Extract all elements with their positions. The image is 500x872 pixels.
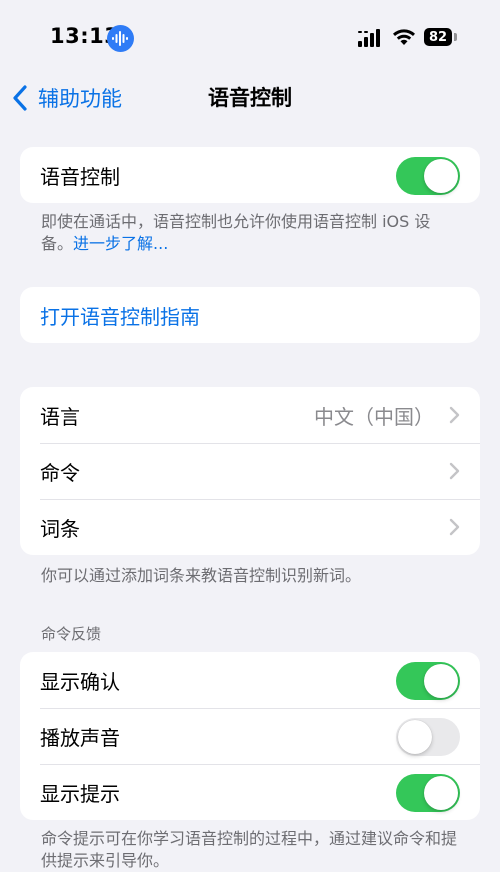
- battery-tip: [454, 33, 457, 41]
- open-guide-link[interactable]: 打开语音控制指南: [40, 301, 200, 330]
- status-bar: 13:13 82: [0, 0, 500, 76]
- commands-row[interactable]: 命令: [20, 443, 480, 499]
- vocabulary-row[interactable]: 词条: [20, 499, 480, 555]
- nav-bar: 语音控制 辅助功能: [0, 76, 500, 120]
- show-hints-row: 显示提示: [20, 764, 480, 820]
- wifi-icon: [393, 29, 415, 45]
- guide-group: 打开语音控制指南: [20, 287, 480, 343]
- open-guide-row[interactable]: 打开语音控制指南: [20, 287, 480, 343]
- voice-control-footnote: 即使在通话中，语音控制也允许你使用语音控制 iOS 设备。进一步了解...: [41, 211, 461, 255]
- settings-group: 语言 中文（中国） 命令 词条: [20, 387, 480, 555]
- back-button[interactable]: 辅助功能: [12, 76, 122, 120]
- command-feedback-group: 显示确认 播放声音 显示提示: [20, 652, 480, 820]
- show-confirmation-row: 显示确认: [20, 652, 480, 708]
- toggle-knob: [424, 776, 458, 810]
- voice-control-toggle[interactable]: [396, 157, 460, 195]
- voice-control-group: 语音控制: [20, 147, 480, 203]
- command-hints-footnote: 命令提示可在你学习语音控制的过程中，通过建议命令和提供提示来引导你。: [41, 829, 458, 870]
- language-row[interactable]: 语言 中文（中国）: [20, 387, 480, 443]
- language-label: 语言: [40, 404, 80, 429]
- show-confirmation-label: 显示确认: [40, 669, 120, 694]
- vocabulary-label: 词条: [40, 516, 80, 541]
- play-sound-label: 播放声音: [40, 725, 120, 750]
- voice-control-row: 语音控制: [20, 147, 480, 203]
- chevron-right-icon: [449, 462, 460, 480]
- cellular-signal-icon: [358, 29, 380, 47]
- voice-control-active-icon[interactable]: [107, 25, 134, 52]
- voice-control-label: 语音控制: [40, 164, 120, 189]
- vocabulary-footnote: 你可以通过添加词条来教语音控制识别新词。: [41, 566, 362, 585]
- command-feedback-header: 命令反馈: [41, 625, 102, 643]
- battery-icon: 82: [424, 28, 452, 46]
- show-hints-label: 显示提示: [40, 781, 120, 806]
- learn-more-link[interactable]: 进一步了解...: [73, 234, 168, 253]
- chevron-right-icon: [449, 406, 460, 424]
- back-label: 辅助功能: [38, 87, 122, 111]
- chevron-right-icon: [449, 518, 460, 536]
- show-confirmation-toggle[interactable]: [396, 662, 460, 700]
- chevron-left-icon: [13, 85, 27, 111]
- toggle-knob: [424, 664, 458, 698]
- toggle-knob: [398, 720, 432, 754]
- language-value: 中文（中国）: [314, 404, 434, 429]
- play-sound-toggle[interactable]: [396, 718, 460, 756]
- play-sound-row: 播放声音: [20, 708, 480, 764]
- show-hints-toggle[interactable]: [396, 774, 460, 812]
- toggle-knob: [424, 159, 458, 193]
- battery-level: 82: [428, 29, 448, 45]
- commands-label: 命令: [40, 460, 80, 485]
